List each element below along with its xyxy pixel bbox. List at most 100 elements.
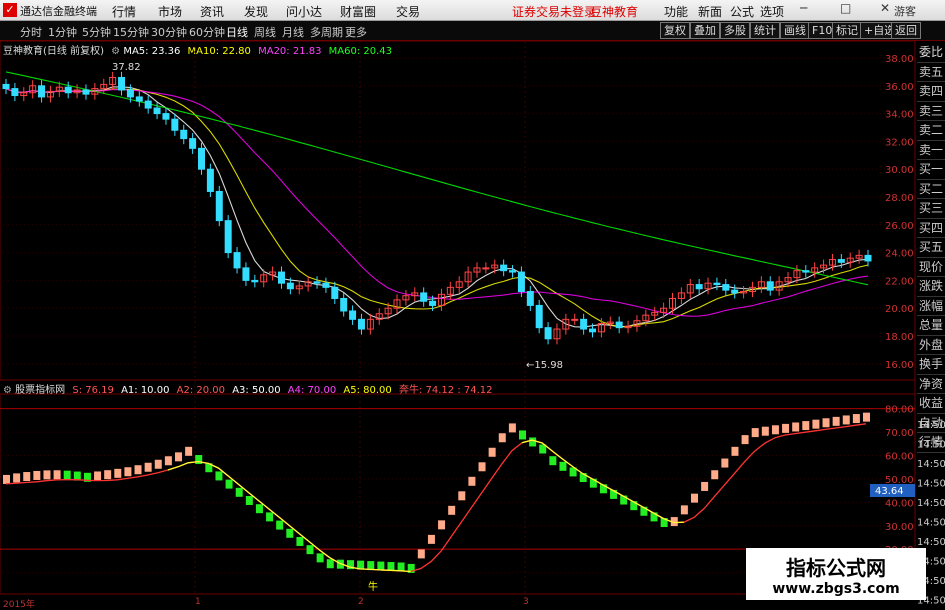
candle-body (322, 282, 330, 288)
indicator-bar (63, 470, 71, 480)
indicator-bar (731, 446, 739, 456)
indicator-bar (529, 437, 537, 447)
indicator-bar (134, 465, 142, 475)
indicator-bar (306, 545, 314, 555)
candle-body (215, 190, 223, 222)
sidebar-item[interactable]: 买二 (917, 180, 945, 199)
indicator-bar (53, 470, 61, 480)
indicator-axis-label: 40.00 (885, 498, 914, 509)
indicator-time-label: 14:50 (917, 459, 945, 470)
indicator-bar (225, 479, 233, 489)
indicator-bar (124, 467, 132, 477)
indicator-bar (276, 520, 284, 530)
indicator-bar (33, 470, 41, 480)
sidebar-item[interactable]: 卖五 (917, 63, 945, 82)
candle-body (509, 270, 517, 273)
indicator-value-highlight: 43.64 (875, 486, 904, 497)
sidebar-item[interactable]: 现价 (917, 258, 945, 277)
candle-body (429, 300, 437, 306)
indicator-bar (468, 476, 476, 486)
indicator-bar (104, 470, 112, 480)
watermark-title: 指标公式网 (786, 556, 886, 580)
ma10-line (5, 88, 869, 328)
ma5-line (5, 86, 869, 328)
indicator-bar (832, 416, 840, 426)
indicator-bar (266, 512, 274, 522)
indicator-bar (761, 426, 769, 436)
candle-body (2, 83, 10, 90)
chart-canvas[interactable]: 38.00 36.00 34.00 32.00 30.00 28.00 26.00 24.00… (0, 0, 945, 609)
indicator-bar (478, 462, 486, 472)
candle-body (198, 147, 206, 170)
indicator-bar (43, 470, 51, 480)
candle-body (713, 282, 721, 286)
sidebar-item[interactable]: 行情 (917, 433, 945, 453)
indicator-bar (144, 462, 152, 472)
candle-body (189, 138, 197, 149)
low-price-label: ←15.98 (526, 360, 563, 371)
indicator-bar (691, 493, 698, 503)
sidebar-item[interactable]: 卖二 (917, 121, 945, 141)
candle-body (357, 318, 365, 330)
sidebar-item[interactable]: 卖一 (917, 141, 945, 160)
candle-body (420, 292, 428, 302)
candle-body (64, 86, 72, 94)
date-label-year: 2015年 (3, 600, 35, 610)
indicator-bar (792, 422, 800, 432)
sidebar-item[interactable]: 换手 (917, 355, 945, 375)
price-axis-label: 24.00 (885, 249, 914, 260)
candle-body (722, 284, 730, 291)
sidebar-item[interactable]: 委比 (917, 43, 945, 63)
indicator-bar (94, 471, 102, 481)
sidebar-item[interactable]: 总量 (917, 316, 945, 336)
candle-body (135, 96, 143, 102)
sidebar-item[interactable]: 卖四 (917, 82, 945, 102)
sidebar-item[interactable]: 买一 (917, 160, 945, 180)
indicator-bar (255, 504, 263, 514)
date-label-3: 3 (523, 597, 529, 607)
sidebar-item[interactable]: 卖三 (917, 102, 945, 121)
candle-body (224, 220, 232, 254)
indicator-time-label: 14:50 (917, 498, 945, 509)
candle-body (615, 321, 623, 329)
sidebar-item[interactable]: 外盘 (917, 336, 945, 355)
indicator-bar (549, 456, 557, 466)
indicator-bar (680, 505, 688, 515)
candle-body (695, 284, 703, 290)
indicator-bar (721, 458, 729, 468)
indicator-bar (863, 412, 870, 422)
indicator-bar (245, 496, 253, 505)
indicator-bar (852, 414, 860, 424)
indicator-bar (114, 468, 122, 478)
sidebar-item[interactable]: 涨幅 (917, 297, 945, 316)
candle-body (180, 129, 188, 140)
main-chart-frame (0, 40, 916, 381)
candle-body (11, 88, 19, 97)
indicator-bar (782, 423, 790, 433)
sidebar-item[interactable]: 净资 (917, 375, 945, 394)
indicator-bar (286, 528, 294, 538)
candle-body (153, 107, 161, 115)
indicator-bar (185, 446, 193, 456)
candle-body (864, 254, 872, 262)
candle-body (162, 113, 170, 120)
indicator-bar (842, 415, 850, 425)
sidebar-item[interactable]: 买三 (917, 199, 945, 219)
price-axis-label: 26.00 (885, 221, 914, 232)
indicator-bar (711, 470, 719, 480)
indicator-time-label: 14:50 (917, 537, 945, 548)
candle-body (571, 318, 579, 321)
indicator-bar (316, 553, 324, 563)
indicator-time-label: 14:50 (917, 518, 945, 529)
indicator-bar (438, 520, 446, 530)
sidebar-item[interactable]: 买五 (917, 238, 945, 258)
indicator-bar (296, 536, 304, 546)
candle-body (331, 286, 339, 299)
sidebar-item[interactable]: 涨跌 (917, 277, 945, 297)
sidebar-item[interactable]: 买四 (917, 219, 945, 238)
sidebar-item[interactable]: 自动 (917, 414, 945, 433)
candle-body (526, 291, 534, 306)
price-axis-label: 30.00 (885, 165, 914, 176)
sidebar-item[interactable]: 收益 (917, 394, 945, 414)
indicator-time-label: 14:50 (917, 479, 945, 490)
